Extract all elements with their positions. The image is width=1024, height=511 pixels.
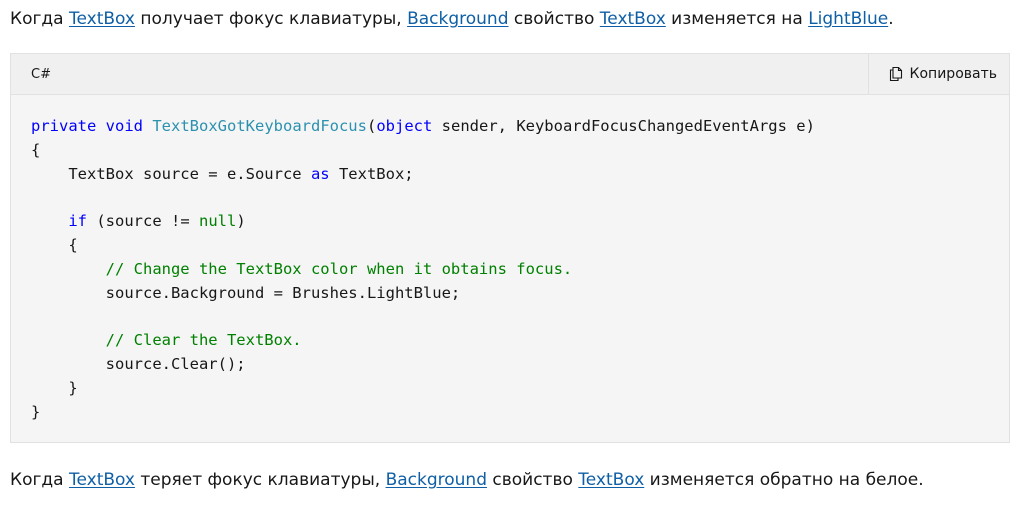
code-token: ) bbox=[236, 212, 246, 231]
link-textbox[interactable]: TextBox bbox=[600, 9, 666, 29]
copy-icon bbox=[888, 66, 904, 82]
link-textbox[interactable]: TextBox bbox=[578, 470, 644, 490]
code-token: { bbox=[31, 140, 41, 159]
code-token: TextBox; bbox=[329, 164, 414, 183]
code-line: } bbox=[31, 403, 40, 421]
code-header: C# Копировать bbox=[11, 54, 1009, 95]
link-textbox[interactable]: TextBox bbox=[69, 470, 135, 490]
intro-text-1: Когда bbox=[10, 9, 69, 29]
code-token: { bbox=[31, 235, 78, 254]
code-token-kw: if bbox=[68, 212, 87, 231]
code-line: { bbox=[31, 141, 40, 159]
intro-paragraph: Когда TextBox получает фокус клавиатуры,… bbox=[10, 7, 894, 31]
intro-text-5: . bbox=[888, 9, 894, 29]
copy-label: Копировать bbox=[909, 66, 997, 82]
link-background[interactable]: Background bbox=[407, 9, 508, 29]
code-line: { bbox=[31, 235, 78, 254]
code-token: } bbox=[31, 402, 41, 421]
code-token: TextBox source = e.Source bbox=[31, 164, 311, 183]
code-line: private void TextBoxGotKeyboardFocus(obj… bbox=[31, 117, 815, 135]
code-text[interactable]: private void TextBoxGotKeyboardFocus(obj… bbox=[31, 115, 1009, 424]
copy-button[interactable]: Копировать bbox=[867, 54, 1009, 94]
code-token: sender, KeyboardFocusChangedEventArgs e) bbox=[432, 117, 815, 135]
outro-text-4: изменяется обратно на белое. bbox=[644, 470, 924, 490]
code-token-kw: private bbox=[31, 117, 97, 135]
code-line: TextBox source = e.Source as TextBox; bbox=[31, 164, 414, 183]
code-token-cm: // Clear the TextBox. bbox=[105, 331, 302, 350]
code-block: C# Копировать private void TextBoxGotKey… bbox=[10, 53, 1010, 443]
link-textbox[interactable]: TextBox bbox=[69, 9, 135, 29]
intro-text-2: получает фокус клавиатуры, bbox=[134, 9, 408, 29]
code-line: // Change the TextBox color when it obta… bbox=[31, 259, 573, 278]
code-token: source.Background = Brushes.LightBlue; bbox=[31, 283, 461, 302]
code-token-kw: object bbox=[376, 117, 433, 135]
code-token-nl: null bbox=[198, 212, 237, 231]
code-token: source.Clear(); bbox=[31, 354, 246, 373]
link-lightblue[interactable]: LightBlue bbox=[808, 9, 888, 29]
code-token: (source != bbox=[87, 212, 199, 231]
code-body: private void TextBoxGotKeyboardFocus(obj… bbox=[11, 95, 1009, 424]
link-background[interactable]: Background bbox=[386, 470, 487, 490]
code-line: } bbox=[31, 378, 78, 397]
outro-paragraph: Когда TextBox теряет фокус клавиатуры, B… bbox=[10, 468, 924, 492]
code-line: source.Background = Brushes.LightBlue; bbox=[31, 283, 461, 302]
outro-text-3: свойство bbox=[486, 470, 579, 490]
code-token-cm: // Change the TextBox color when it obta… bbox=[105, 259, 573, 278]
code-token-type: TextBoxGotKeyboardFocus bbox=[152, 117, 367, 135]
code-language-label: C# bbox=[31, 66, 51, 82]
outro-text-2: теряет фокус клавиатуры, bbox=[134, 470, 386, 490]
code-token-kw: void bbox=[105, 117, 143, 135]
intro-text-3: свойство bbox=[508, 9, 600, 29]
outro-text-1: Когда bbox=[10, 470, 69, 490]
code-token-kw: as bbox=[310, 164, 330, 183]
code-token: ( bbox=[366, 117, 377, 135]
code-token: } bbox=[31, 378, 78, 397]
intro-text-4: изменяется на bbox=[665, 9, 809, 29]
code-line: source.Clear(); bbox=[31, 355, 246, 373]
code-line: if (source != null) bbox=[31, 212, 246, 231]
code-line: // Clear the TextBox. bbox=[31, 331, 302, 349]
